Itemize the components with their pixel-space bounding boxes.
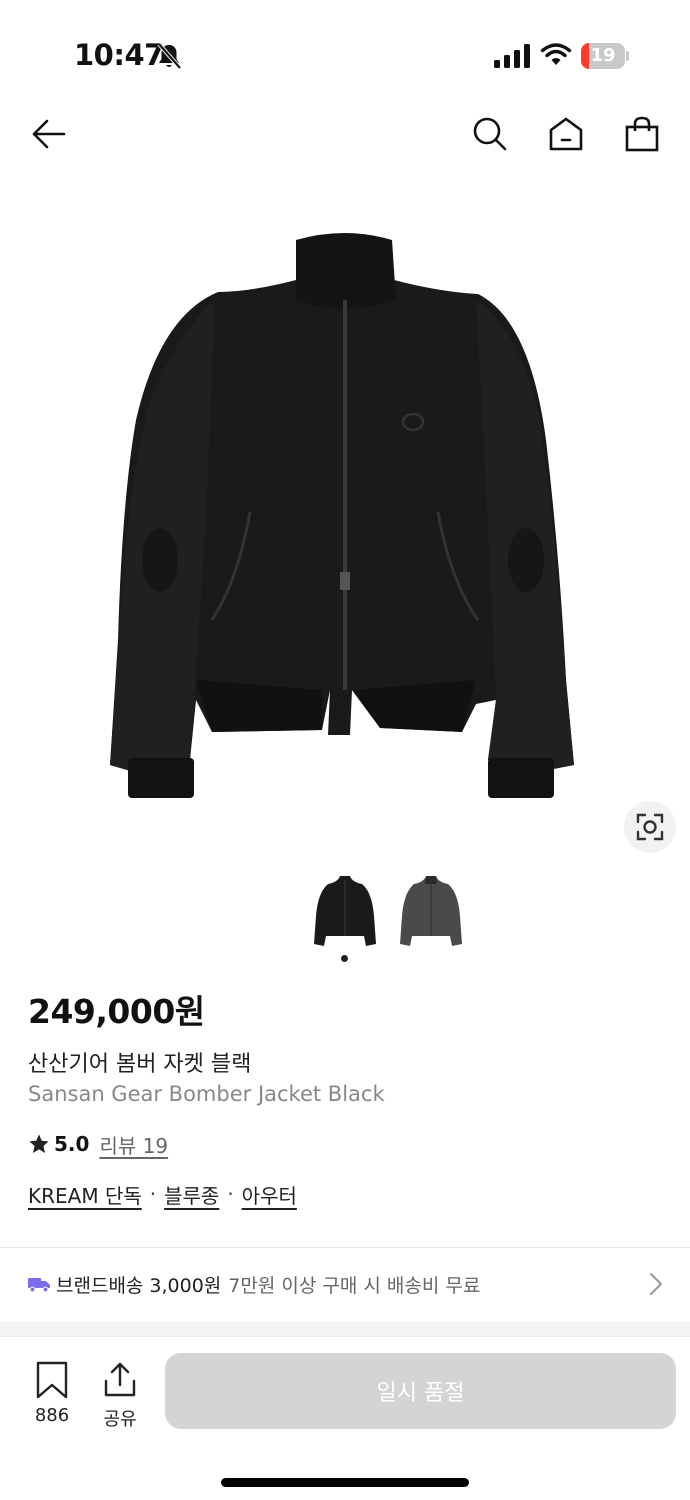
lens-search-button[interactable]	[624, 801, 676, 853]
signal-icon	[494, 44, 530, 68]
search-button[interactable]	[470, 114, 510, 154]
divider	[0, 1247, 690, 1248]
shopping-bag-button[interactable]	[622, 114, 662, 154]
shipping-info-row[interactable]: 브랜드배송 3,000원 7만원 이상 구매 시 배송비 무료	[0, 1250, 690, 1318]
status-bar: 10:47 19	[0, 0, 690, 100]
category-tags: KREAM 단독 · 블루종 · 아우터	[28, 1180, 297, 1208]
section-spacer	[0, 1322, 690, 1336]
bell-off-icon	[157, 42, 182, 70]
truck-icon	[28, 1278, 50, 1292]
image-search-icon	[636, 813, 664, 841]
product-name-en: Sansan Gear Bomber Jacket Black	[28, 1082, 385, 1106]
battery-level: 19	[590, 45, 616, 66]
thumbnail-black-jacket[interactable]	[310, 870, 380, 950]
bookmark-icon	[36, 1361, 68, 1399]
tag-kream-exclusive[interactable]: KREAM 단독	[28, 1180, 142, 1209]
back-arrow-icon	[32, 119, 66, 149]
status-time: 10:47	[74, 38, 164, 72]
back-button[interactable]	[28, 114, 68, 154]
bookmark-button[interactable]: 886	[22, 1361, 82, 1426]
shipping-price: 3,000원	[149, 1274, 222, 1297]
share-button[interactable]: 공유	[90, 1361, 150, 1431]
home-button[interactable]	[546, 114, 586, 154]
review-link[interactable]: 리뷰 19	[99, 1130, 168, 1159]
product-name-ko: 산산기어 봄버 자켓 블랙	[28, 1052, 252, 1077]
top-nav	[0, 100, 690, 170]
product-price: 249,000원	[28, 992, 205, 1031]
tag-separator: ·	[227, 1182, 234, 1206]
shipping-type: 브랜드배송	[56, 1274, 144, 1297]
shopping-bag-icon	[625, 116, 659, 152]
tag-separator: ·	[149, 1182, 157, 1206]
tag-outer[interactable]: 아우터	[242, 1180, 297, 1209]
thumbnail-strip	[0, 866, 690, 956]
thumbnail-gray-jacket[interactable]	[396, 870, 466, 950]
share-icon	[104, 1362, 136, 1397]
tag-blouson[interactable]: 블루종	[164, 1180, 219, 1209]
bookmark-count: 886	[34, 1405, 70, 1426]
home-indicator	[221, 1478, 469, 1487]
chevron-right-icon	[650, 1273, 662, 1295]
page-indicator-dot	[341, 955, 348, 962]
sold-out-button[interactable]: 일시 품절	[165, 1353, 676, 1429]
rating-row: 5.0 리뷰 19	[28, 1130, 168, 1158]
wifi-icon	[540, 43, 572, 65]
bottom-action-bar: 886 공유 일시 품절	[0, 1336, 690, 1500]
shipping-note: 7만원 이상 구매 시 배송비 무료	[228, 1274, 481, 1297]
battery-icon: 19	[581, 43, 629, 69]
star-icon	[29, 1134, 49, 1153]
rating-value: 5.0	[54, 1132, 90, 1156]
home-icon	[549, 117, 583, 151]
search-icon	[473, 117, 507, 151]
share-label: 공유	[103, 1409, 137, 1430]
product-image-black-bomber-jacket[interactable]	[0, 200, 690, 860]
